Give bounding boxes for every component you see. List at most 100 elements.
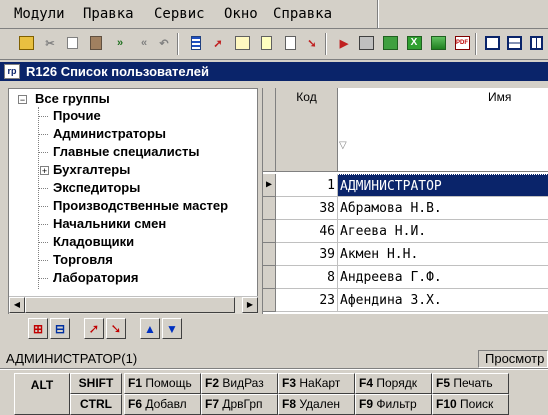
cascade-windows-icon[interactable] xyxy=(482,33,502,53)
alt-key[interactable]: ALT xyxy=(14,373,70,415)
tree-item[interactable]: Прочие xyxy=(53,108,101,123)
list-icon[interactable] xyxy=(186,33,206,53)
red-arrow-down-icon: ➘ xyxy=(110,320,122,336)
tile-vertical-icon[interactable] xyxy=(526,33,546,53)
move-down-right-button[interactable]: ➘ xyxy=(106,318,126,339)
cell-kod[interactable]: 23 xyxy=(276,289,338,312)
cell-name[interactable]: Абрамова Н.В. xyxy=(338,197,548,220)
remove-group-icon: ⊟ xyxy=(54,321,66,336)
document-icon[interactable] xyxy=(280,33,300,53)
column-header-kod[interactable]: Код xyxy=(276,88,338,172)
cell-name[interactable]: Афендина З.Х. xyxy=(338,289,548,312)
tree-item[interactable]: Торговля xyxy=(53,252,113,267)
cell-name[interactable]: АДМИНИСТРАТОР xyxy=(338,174,548,197)
scroll-thumb[interactable] xyxy=(25,297,235,313)
table-row[interactable]: ▶ 1 АДМИНИСТРАТОР xyxy=(263,174,548,197)
image-icon[interactable] xyxy=(428,33,448,53)
group-tree[interactable]: − Все группы Прочие Администраторы Главн… xyxy=(8,88,258,314)
tree-item[interactable]: Лаборатория xyxy=(53,270,138,285)
undo-icon[interactable]: ↶ xyxy=(154,33,174,53)
filter-icon[interactable]: ▽ xyxy=(339,140,347,151)
status-mode: Просмотр xyxy=(478,350,548,368)
cell-name[interactable]: Акмен Н.Н. xyxy=(338,243,548,266)
grid-corner xyxy=(263,88,276,172)
tree-horizontal-scrollbar[interactable]: ◀ ▶ xyxy=(9,296,258,314)
edit-arrow-icon[interactable]: ➚ xyxy=(208,33,228,53)
f4-button[interactable]: F4 Порядк xyxy=(355,373,432,394)
row-indicator: ▶ xyxy=(263,174,276,197)
cell-kod[interactable]: 38 xyxy=(276,197,338,220)
menu-edit[interactable]: Правка xyxy=(83,6,134,22)
print-icon[interactable] xyxy=(356,33,376,53)
cell-kod[interactable]: 46 xyxy=(276,220,338,243)
menu-modules[interactable]: Модули xyxy=(14,6,65,22)
tree-item[interactable]: Кладовщики xyxy=(53,234,134,249)
row-indicator xyxy=(263,243,276,266)
new-document-icon[interactable] xyxy=(256,33,276,53)
window-title-bar: rp R126 Список пользователей xyxy=(0,62,548,81)
collapse-icon[interactable]: − xyxy=(18,95,27,105)
f1-button[interactable]: F1 Помощь xyxy=(124,373,201,394)
f5-button[interactable]: F5 Печать xyxy=(432,373,509,394)
tile-horizontal-icon[interactable] xyxy=(504,33,524,53)
status-current-user: АДМИНИСТРАТОР(1) xyxy=(6,351,138,366)
move-up-right-button[interactable]: ➚ xyxy=(84,318,104,339)
tree-item[interactable]: Бухгалтеры xyxy=(53,162,130,177)
tree-item[interactable]: Главные специалисты xyxy=(53,144,199,159)
paste-icon[interactable] xyxy=(86,33,106,53)
table-row[interactable]: 46 Агеева Н.И. xyxy=(263,220,548,243)
open-folder-icon[interactable] xyxy=(16,33,36,53)
add-group-button[interactable]: ⊞ xyxy=(28,318,48,339)
f3-button[interactable]: F3 НаКарт xyxy=(278,373,355,394)
cell-name[interactable]: Агеева Н.И. xyxy=(338,220,548,243)
move-down-button[interactable]: ▼ xyxy=(162,318,182,339)
column-header-name[interactable]: Имя xyxy=(338,88,548,172)
f2-button[interactable]: F2 ВидРаз xyxy=(201,373,278,394)
tree-item[interactable]: Экспедиторы xyxy=(53,180,140,195)
f6-button[interactable]: F6 Добавл xyxy=(124,394,201,415)
ctrl-key[interactable]: CTRL xyxy=(70,394,122,415)
f9-button[interactable]: F9 Фильтр xyxy=(355,394,432,415)
remove-group-button[interactable]: ⊟ xyxy=(50,318,70,339)
pdf-export-icon[interactable]: PDF xyxy=(452,33,472,53)
status-bar: АДМИНИСТРАТОР(1) Просмотр xyxy=(0,350,548,368)
cut-icon[interactable]: ✂ xyxy=(40,33,60,53)
shift-key[interactable]: SHIFT xyxy=(70,373,122,394)
table-row[interactable]: 23 Афендина З.Х. xyxy=(263,289,548,312)
export-icon[interactable]: ▶ xyxy=(334,33,354,53)
f10-button[interactable]: F10 Поиск xyxy=(432,394,509,415)
table-row[interactable]: 8 Андреева Г.Ф. xyxy=(263,266,548,289)
f8-button[interactable]: F8 Удален xyxy=(278,394,355,415)
excel-export-icon[interactable]: X xyxy=(404,33,424,53)
menu-bar: Модули Правка Сервис Окно Справка xyxy=(0,0,548,29)
row-indicator xyxy=(263,220,276,243)
expand-icon[interactable]: + xyxy=(40,166,49,176)
fast-forward-icon[interactable]: » xyxy=(110,33,130,53)
excel-icon[interactable] xyxy=(380,33,400,53)
f7-button[interactable]: F7 ДрвГрп xyxy=(201,394,278,415)
cell-name[interactable]: Андреева Г.Ф. xyxy=(338,266,548,289)
tree-item[interactable]: Производственные мастер xyxy=(53,198,228,213)
cell-kod[interactable]: 39 xyxy=(276,243,338,266)
cell-kod[interactable]: 1 xyxy=(276,174,338,197)
cell-kod[interactable]: 8 xyxy=(276,266,338,289)
function-keys-bar: ALT SHIFT CTRL F1 Помощь F2 ВидРаз F3 На… xyxy=(8,370,548,415)
scroll-left-icon[interactable]: ◀ xyxy=(9,297,25,313)
users-grid[interactable]: Код Имя ▽ ▶ 1 АДМИНИСТРАТОР 38 Абрамова … xyxy=(262,88,548,314)
tree-item[interactable]: Администраторы xyxy=(53,126,166,141)
current-row-icon: ▶ xyxy=(266,179,273,190)
copy-icon[interactable] xyxy=(62,33,82,53)
scroll-right-icon[interactable]: ▶ xyxy=(242,297,258,313)
table-row[interactable]: 38 Абрамова Н.В. xyxy=(263,197,548,220)
rewind-icon[interactable]: « xyxy=(134,33,154,53)
tree-item-root[interactable]: Все группы xyxy=(35,91,110,106)
properties-icon[interactable] xyxy=(232,33,252,53)
menu-help[interactable]: Справка xyxy=(273,6,332,22)
table-row[interactable]: 39 Акмен Н.Н. xyxy=(263,243,548,266)
menu-service[interactable]: Сервис xyxy=(154,6,205,22)
tree-item[interactable]: Начальники смен xyxy=(53,216,166,231)
move-up-button[interactable]: ▲ xyxy=(140,318,160,339)
red-arrow-icon[interactable]: ➘ xyxy=(302,33,322,53)
menu-window[interactable]: Окно xyxy=(224,6,258,22)
toolbar: ✂ » « ↶ ➚ ➘ ▶ X PDF xyxy=(0,29,548,60)
